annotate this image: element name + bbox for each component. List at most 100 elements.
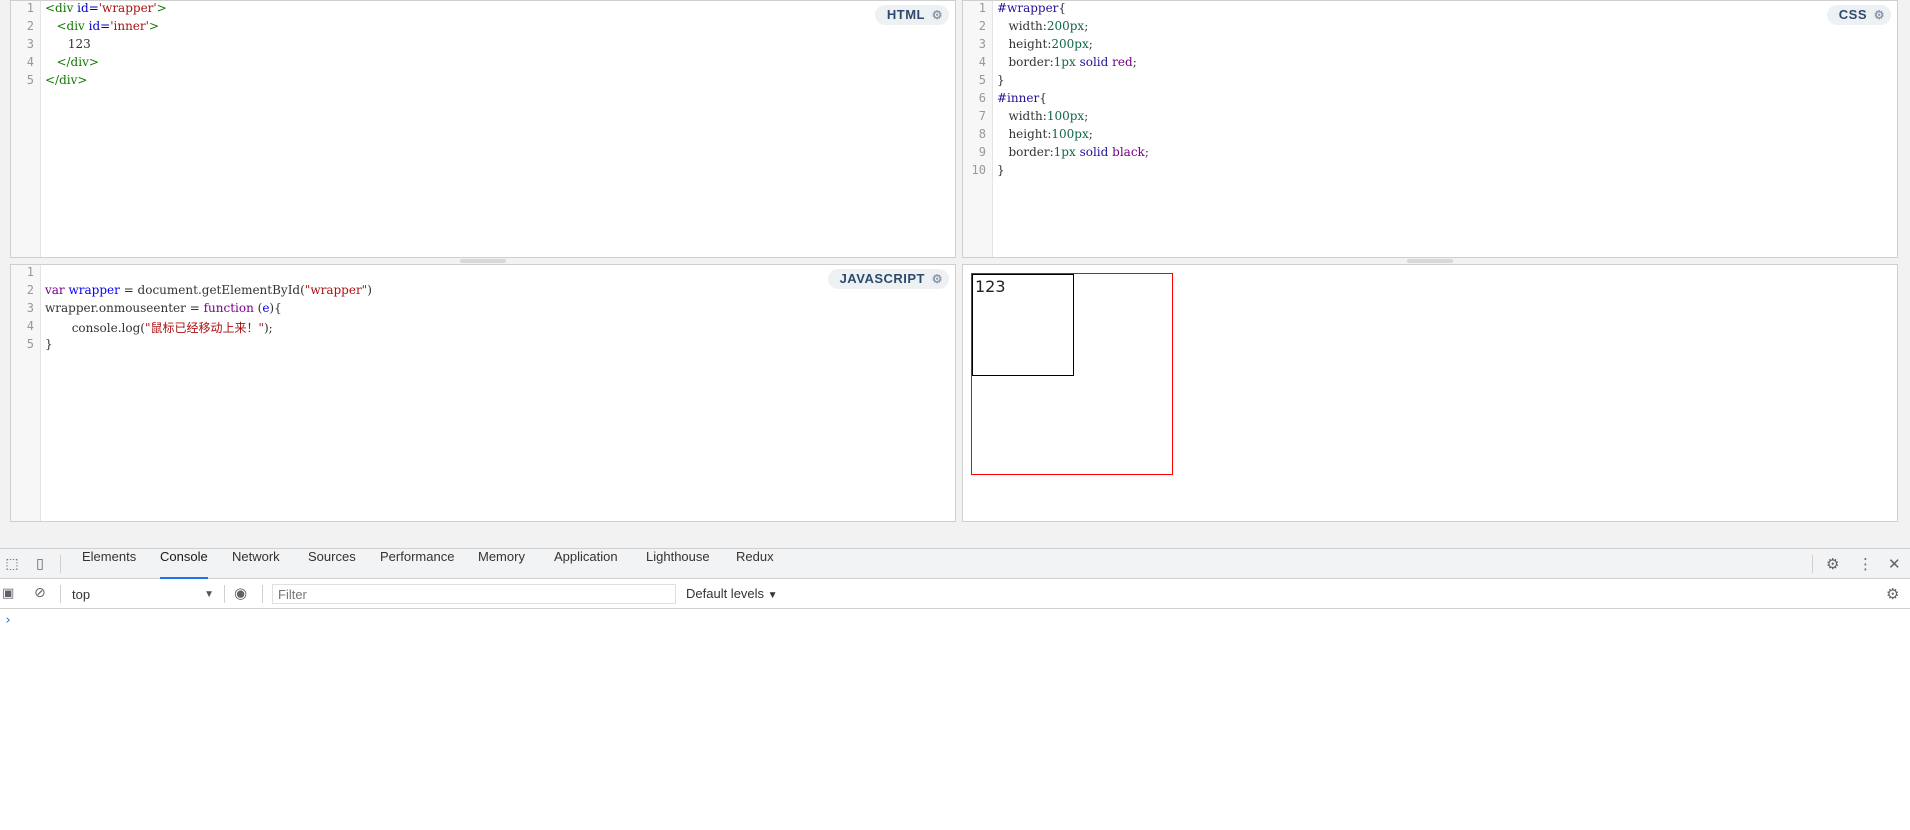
html-pane-label[interactable]: HTML ⚙ xyxy=(874,5,949,25)
code-token: > xyxy=(156,1,167,15)
live-expression-eye-icon[interactable]: ◉ xyxy=(234,584,247,602)
code-token: #wrapper xyxy=(997,1,1059,15)
code-line[interactable]: border:1px solid black; xyxy=(997,145,1897,163)
chevron-down-icon: ▼ xyxy=(204,589,214,600)
code-token: 100px xyxy=(1051,127,1089,141)
code-token: 200px xyxy=(1051,37,1089,51)
toolbar-divider xyxy=(224,585,225,603)
gear-icon[interactable]: ⚙ xyxy=(932,269,943,289)
code-line[interactable]: </div> xyxy=(45,73,955,91)
line-number: 4 xyxy=(26,55,34,69)
gear-icon[interactable]: ⚙ xyxy=(1826,555,1839,573)
toolbar-divider xyxy=(262,585,263,603)
result-output-pane[interactable]: 123 xyxy=(962,264,1898,522)
line-number: 3 xyxy=(26,301,34,315)
context-selector-value: top xyxy=(72,587,91,602)
code-line[interactable]: height:200px; xyxy=(997,37,1897,55)
code-token: width: xyxy=(997,109,1047,123)
clear-console-icon[interactable]: ⊘ xyxy=(34,585,46,601)
line-number: 4 xyxy=(978,55,986,69)
gear-icon[interactable]: ⚙ xyxy=(1874,5,1885,25)
output-inner-box[interactable]: 123 xyxy=(972,274,1074,376)
code-line[interactable] xyxy=(45,265,955,283)
output-wrapper-box[interactable]: 123 xyxy=(971,273,1173,475)
html-code[interactable]: <div id='wrapper'> <div id='inner'> 123 … xyxy=(45,1,955,257)
close-icon[interactable]: ✕ xyxy=(1888,555,1901,573)
css-code[interactable]: #wrapper{ width:200px; height:200px; bor… xyxy=(997,1,1897,257)
tab-elements[interactable]: Elements xyxy=(82,549,136,579)
line-number: 10 xyxy=(971,163,986,177)
tab-console[interactable]: Console xyxy=(160,549,208,579)
code-line[interactable]: wrapper.onmouseenter = function (e){ xyxy=(45,301,955,319)
code-token: 123 xyxy=(45,37,91,51)
html-editor-pane[interactable]: 12345 <div id='wrapper'> <div id='inner'… xyxy=(10,0,956,258)
tab-sources[interactable]: Sources xyxy=(308,549,356,579)
log-levels-dropdown[interactable]: Default levels ▼ xyxy=(686,585,778,605)
tab-redux[interactable]: Redux xyxy=(736,549,774,579)
code-token: wrapper.onmouseenter = xyxy=(45,301,204,315)
code-line[interactable]: width:200px; xyxy=(997,19,1897,37)
gear-icon[interactable]: ⚙ xyxy=(932,5,943,25)
code-line[interactable]: } xyxy=(997,163,1897,181)
gear-icon[interactable]: ⚙ xyxy=(1886,585,1899,603)
js-editor-pane[interactable]: 1 2 3 4 5 var wrapper = document.getElementB… xyxy=(10,264,956,522)
app-root: 12345 <div id='wrapper'> <div id='inner'… xyxy=(0,0,1910,830)
js-label-text: JAVASCRIPT xyxy=(839,271,925,286)
code-token: id= xyxy=(77,1,99,15)
code-token: 1px xyxy=(1053,145,1076,159)
code-line[interactable]: 123 xyxy=(45,37,955,55)
code-line[interactable]: <div id='inner'> xyxy=(45,19,955,37)
css-editor-pane[interactable]: 1 2 3 4 5 6 7 8 9 10 #wrapper{ width:200px; heigh… xyxy=(962,0,1898,258)
context-selector[interactable]: top ▼ xyxy=(72,586,218,604)
tab-memory[interactable]: Memory xyxy=(478,549,525,579)
filter-input[interactable] xyxy=(272,584,676,604)
editor-area: 12345 <div id='wrapper'> <div id='inner'… xyxy=(10,0,1898,522)
line-number: 2 xyxy=(978,19,986,33)
code-line[interactable]: </div> xyxy=(45,55,955,73)
tab-lighthouse[interactable]: Lighthouse xyxy=(646,549,710,579)
code-token: solid xyxy=(1079,55,1109,69)
line-number: 1 xyxy=(978,1,986,15)
toolbar-divider xyxy=(1812,555,1813,573)
line-number: 2 xyxy=(26,19,34,33)
code-line[interactable]: #wrapper{ xyxy=(997,1,1897,19)
code-token: function xyxy=(203,301,254,315)
code-token: border: xyxy=(997,145,1054,159)
tab-network[interactable]: Network xyxy=(232,549,280,579)
code-token: 'wrapper' xyxy=(98,1,157,15)
console-sidebar-icon[interactable]: ▣ xyxy=(2,586,14,601)
code-line[interactable]: width:100px; xyxy=(997,109,1897,127)
js-code[interactable]: var wrapper = document.getElementById("w… xyxy=(45,265,955,521)
code-line[interactable]: <div id='wrapper'> xyxy=(45,1,955,19)
horizontal-resize-handle[interactable] xyxy=(460,259,506,263)
code-token: </div> xyxy=(56,55,99,69)
code-token: console.log( xyxy=(45,321,145,335)
tab-application[interactable]: Application xyxy=(554,549,618,579)
js-pane-label[interactable]: JAVASCRIPT ⚙ xyxy=(827,269,949,289)
log-levels-label: Default levels xyxy=(686,586,765,601)
toolbar-divider xyxy=(60,555,61,573)
line-number: 3 xyxy=(26,37,34,51)
html-label-text: HTML xyxy=(886,7,925,22)
kebab-menu-icon[interactable]: ⋮ xyxy=(1858,555,1873,573)
code-line[interactable]: } xyxy=(45,337,955,355)
code-line[interactable]: } xyxy=(997,73,1897,91)
code-line[interactable]: border:1px solid red; xyxy=(997,55,1897,73)
code-line[interactable]: var wrapper = document.getElementById("w… xyxy=(45,283,955,301)
code-line[interactable]: console.log("鼠标已经移动上来！"); xyxy=(45,319,955,337)
tab-performance[interactable]: Performance xyxy=(380,549,454,579)
horizontal-resize-handle[interactable] xyxy=(1407,259,1453,263)
code-token: black xyxy=(1112,145,1145,159)
code-token: <div xyxy=(45,1,78,15)
code-line[interactable]: height:100px; xyxy=(997,127,1897,145)
css-line-gutter: 1 2 3 4 5 6 7 8 9 10 xyxy=(963,1,993,257)
console-prompt[interactable]: › xyxy=(4,613,12,628)
code-token: wrapper xyxy=(68,283,120,297)
css-pane-label[interactable]: CSS ⚙ xyxy=(1826,5,1891,25)
line-number: 1 xyxy=(26,1,34,15)
device-toolbar-icon[interactable]: ▯ xyxy=(32,556,48,572)
inspect-element-icon[interactable]: ⬚ xyxy=(4,556,20,572)
devtools-tab-bar: ⬚ ▯ Elements Console Network Sources Perform… xyxy=(0,549,1910,579)
code-line[interactable]: #inner{ xyxy=(997,91,1897,109)
